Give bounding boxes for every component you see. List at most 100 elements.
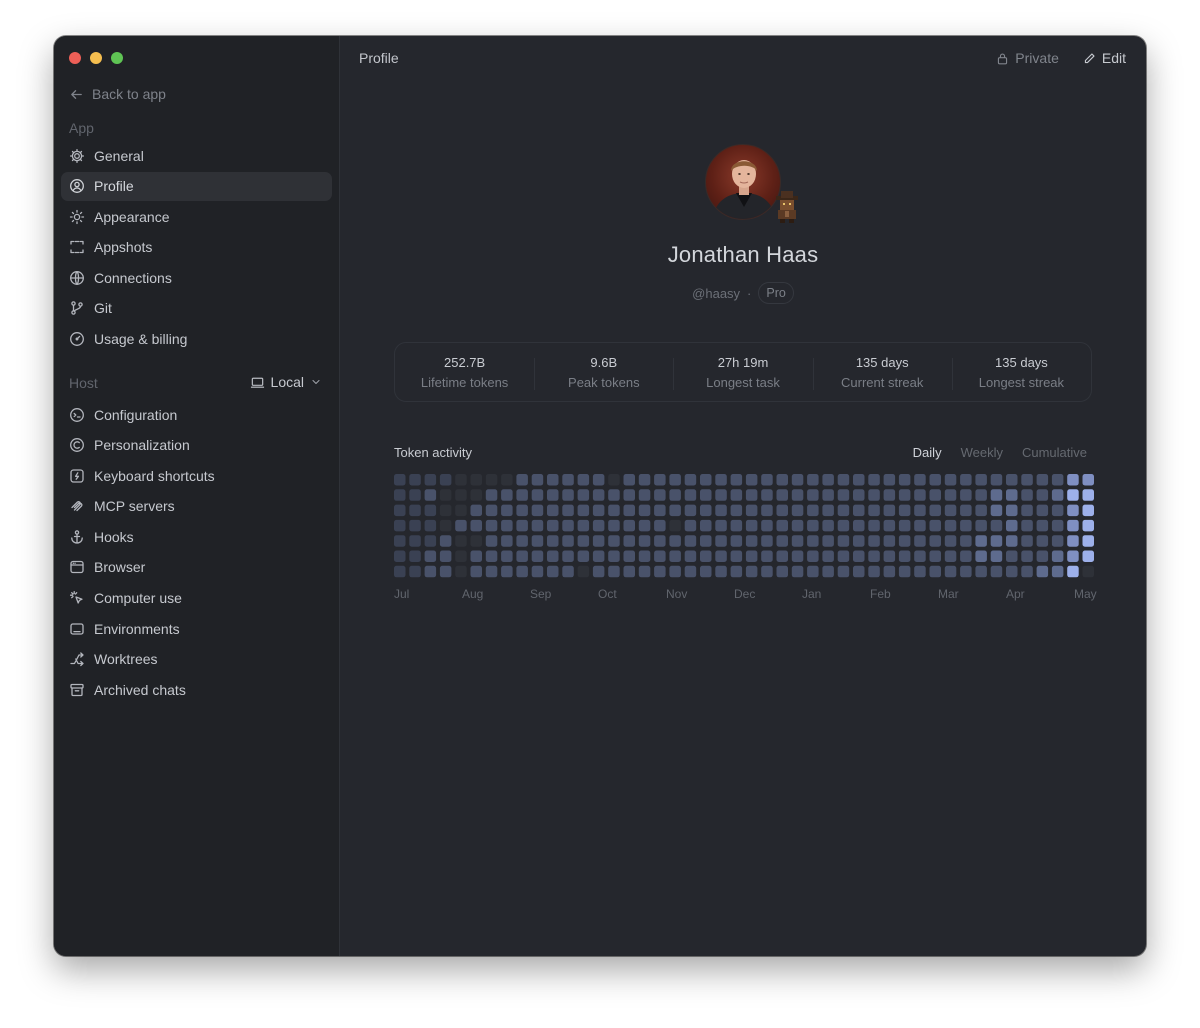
heatmap-cell[interactable] xyxy=(470,550,483,563)
heatmap-cell[interactable] xyxy=(577,504,590,517)
host-select[interactable]: Local xyxy=(250,374,322,390)
heatmap-cell[interactable] xyxy=(1067,550,1079,563)
heatmap-cell[interactable] xyxy=(439,504,452,517)
heatmap-cell[interactable] xyxy=(485,519,498,532)
heatmap-cell[interactable] xyxy=(730,489,743,501)
heatmap-cell[interactable] xyxy=(776,504,789,517)
heatmap-cell[interactable] xyxy=(822,474,834,486)
heatmap-cell[interactable] xyxy=(944,550,957,563)
heatmap-cell[interactable] xyxy=(807,504,819,517)
heatmap-cell[interactable] xyxy=(745,519,758,532)
heatmap-cell[interactable] xyxy=(898,535,911,547)
heatmap-cell[interactable] xyxy=(1051,504,1064,517)
sidebar-item-connections[interactable]: Connections xyxy=(61,263,332,292)
heatmap-cell[interactable] xyxy=(1051,550,1064,563)
heatmap-cell[interactable] xyxy=(868,535,880,547)
tab-daily[interactable]: Daily xyxy=(913,445,942,460)
heatmap-cell[interactable] xyxy=(684,474,697,486)
heatmap-cell[interactable] xyxy=(439,565,452,578)
heatmap-cell[interactable] xyxy=(791,519,804,532)
heatmap-cell[interactable] xyxy=(485,474,498,486)
heatmap-cell[interactable] xyxy=(1067,489,1079,501)
heatmap-cell[interactable] xyxy=(654,519,666,532)
heatmap-cell[interactable] xyxy=(1082,535,1095,547)
sidebar-item-hooks[interactable]: Hooks xyxy=(61,522,332,551)
heatmap-cell[interactable] xyxy=(577,489,590,501)
heatmap-cell[interactable] xyxy=(1036,519,1049,532)
heatmap-cell[interactable] xyxy=(837,519,850,532)
heatmap-cell[interactable] xyxy=(654,504,666,517)
heatmap-cell[interactable] xyxy=(960,504,972,517)
heatmap-cell[interactable] xyxy=(700,535,712,547)
heatmap-cell[interactable] xyxy=(516,519,528,532)
heatmap-cell[interactable] xyxy=(455,535,467,547)
heatmap-cell[interactable] xyxy=(1051,474,1064,486)
heatmap-cell[interactable] xyxy=(975,535,987,547)
heatmap-cell[interactable] xyxy=(1036,474,1049,486)
heatmap-cell[interactable] xyxy=(761,489,773,501)
heatmap-cell[interactable] xyxy=(1082,489,1095,501)
heatmap-cell[interactable] xyxy=(990,535,1003,547)
heatmap-cell[interactable] xyxy=(914,504,926,517)
heatmap-cell[interactable] xyxy=(883,474,896,486)
heatmap-cell[interactable] xyxy=(868,489,880,501)
heatmap-cell[interactable] xyxy=(516,489,528,501)
heatmap-cell[interactable] xyxy=(1036,504,1049,517)
heatmap-cell[interactable] xyxy=(684,519,697,532)
heatmap-cell[interactable] xyxy=(608,535,620,547)
heatmap-cell[interactable] xyxy=(684,565,697,578)
heatmap-cell[interactable] xyxy=(1082,550,1095,563)
heatmap-cell[interactable] xyxy=(715,489,727,501)
heatmap-cell[interactable] xyxy=(883,504,896,517)
sidebar-item-worktrees[interactable]: Worktrees xyxy=(61,645,332,674)
heatmap-cell[interactable] xyxy=(501,504,513,517)
heatmap-cell[interactable] xyxy=(623,550,636,563)
heatmap-cell[interactable] xyxy=(485,504,498,517)
heatmap-cell[interactable] xyxy=(1067,504,1079,517)
heatmap-cell[interactable] xyxy=(531,550,544,563)
heatmap-cell[interactable] xyxy=(745,474,758,486)
heatmap-cell[interactable] xyxy=(684,550,697,563)
heatmap-cell[interactable] xyxy=(730,474,743,486)
heatmap-cell[interactable] xyxy=(592,504,605,517)
heatmap-cell[interactable] xyxy=(394,519,406,532)
heatmap-cell[interactable] xyxy=(944,489,957,501)
heatmap-cell[interactable] xyxy=(439,489,452,501)
heatmap-cell[interactable] xyxy=(501,519,513,532)
heatmap-cell[interactable] xyxy=(975,550,987,563)
heatmap-cell[interactable] xyxy=(1021,535,1033,547)
heatmap-cell[interactable] xyxy=(929,565,942,578)
heatmap-cell[interactable] xyxy=(409,504,421,517)
heatmap-cell[interactable] xyxy=(608,504,620,517)
heatmap-cell[interactable] xyxy=(592,565,605,578)
heatmap-cell[interactable] xyxy=(898,550,911,563)
heatmap-cell[interactable] xyxy=(424,489,437,501)
heatmap-cell[interactable] xyxy=(669,565,681,578)
heatmap-cell[interactable] xyxy=(1067,474,1079,486)
heatmap-cell[interactable] xyxy=(684,535,697,547)
heatmap-cell[interactable] xyxy=(837,550,850,563)
heatmap-cell[interactable] xyxy=(424,550,437,563)
heatmap-cell[interactable] xyxy=(822,565,834,578)
heatmap-cell[interactable] xyxy=(1021,474,1033,486)
heatmap-cell[interactable] xyxy=(531,504,544,517)
sidebar-item-appearance[interactable]: Appearance xyxy=(61,202,332,231)
heatmap-cell[interactable] xyxy=(409,519,421,532)
heatmap-cell[interactable] xyxy=(1051,565,1064,578)
heatmap-cell[interactable] xyxy=(608,489,620,501)
heatmap-cell[interactable] xyxy=(853,565,865,578)
heatmap-cell[interactable] xyxy=(730,504,743,517)
heatmap-cell[interactable] xyxy=(700,504,712,517)
heatmap-cell[interactable] xyxy=(623,474,636,486)
heatmap-cell[interactable] xyxy=(608,565,620,578)
heatmap-cell[interactable] xyxy=(700,489,712,501)
heatmap-cell[interactable] xyxy=(975,519,987,532)
heatmap-cell[interactable] xyxy=(929,550,942,563)
heatmap-cell[interactable] xyxy=(715,519,727,532)
heatmap-cell[interactable] xyxy=(470,504,483,517)
heatmap-cell[interactable] xyxy=(638,550,651,563)
heatmap-cell[interactable] xyxy=(669,504,681,517)
heatmap-cell[interactable] xyxy=(745,565,758,578)
heatmap-cell[interactable] xyxy=(700,519,712,532)
zoom-window-button[interactable] xyxy=(111,52,123,64)
